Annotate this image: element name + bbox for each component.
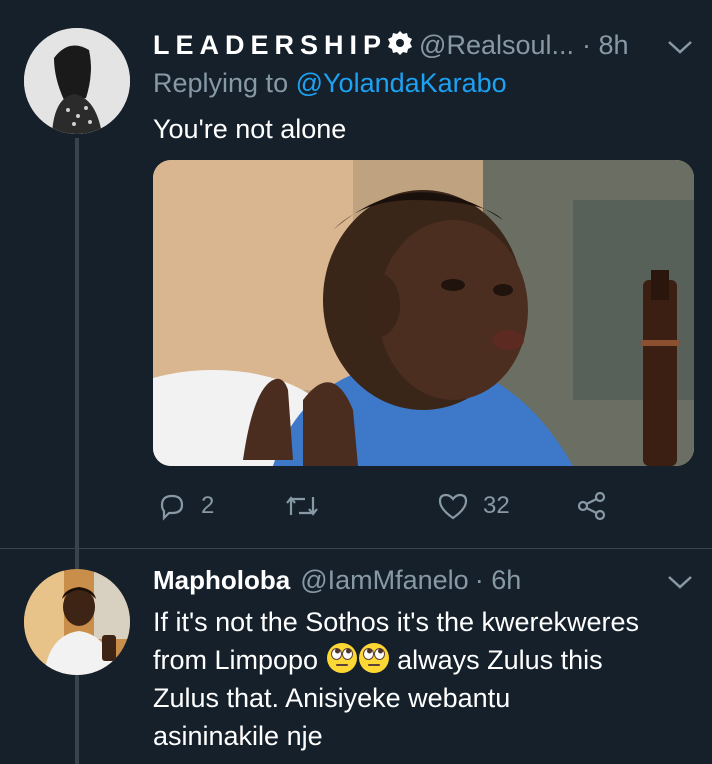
display-name[interactable]: LEADERSHIP bbox=[153, 30, 387, 61]
tweet-media[interactable] bbox=[153, 160, 694, 466]
reply-icon bbox=[157, 491, 187, 521]
tweet-1[interactable]: LEADERSHIP @Realsoul... · 8h Replying to… bbox=[0, 0, 712, 548]
reply-prefix: Replying to bbox=[153, 68, 289, 98]
avatar-photo bbox=[24, 28, 130, 134]
reply-button[interactable]: 2 bbox=[157, 480, 214, 532]
timestamp[interactable]: · 8h bbox=[582, 30, 629, 61]
handle[interactable]: @IamMfanelo bbox=[300, 565, 468, 596]
display-name[interactable]: Mapholoba bbox=[153, 565, 290, 596]
retweet-icon bbox=[285, 491, 319, 521]
like-icon bbox=[437, 491, 469, 521]
tweet-text-line: from Limpopo always Zulus this bbox=[153, 641, 703, 679]
tweet-text: If it's not the Sothos it's the kwerekwe… bbox=[153, 603, 703, 755]
verified-badge-icon bbox=[387, 30, 413, 61]
chevron-down-icon[interactable] bbox=[665, 32, 695, 62]
timestamp[interactable]: · 6h bbox=[475, 565, 522, 596]
avatar[interactable] bbox=[24, 569, 130, 675]
tweet-text-line: asininakile nje bbox=[153, 721, 323, 751]
face-with-rolling-eyes-icon bbox=[358, 642, 390, 674]
reply-count: 2 bbox=[201, 492, 215, 519]
retweet-button[interactable] bbox=[285, 480, 333, 532]
like-button[interactable]: 32 bbox=[437, 480, 510, 532]
chevron-down-icon[interactable] bbox=[665, 567, 695, 597]
share-icon bbox=[576, 491, 608, 521]
avatar-photo bbox=[24, 569, 130, 675]
avatar[interactable] bbox=[24, 28, 130, 134]
media-image bbox=[153, 160, 694, 466]
tweet-text-fragment: always Zulus this bbox=[397, 645, 603, 675]
tweet-text-line: If it's not the Sothos it's the kwerekwe… bbox=[153, 607, 640, 637]
tweet-2[interactable]: Mapholoba @IamMfanelo · 6h If it's not t… bbox=[0, 549, 712, 764]
tweet-text-fragment: from Limpopo bbox=[153, 645, 319, 675]
share-button[interactable] bbox=[576, 480, 608, 532]
tweet-text-line: Zulus that. Anisiyeke webantu bbox=[153, 683, 511, 713]
face-with-rolling-eyes-icon bbox=[326, 642, 358, 674]
handle[interactable]: @Realsoul... bbox=[419, 30, 574, 61]
tweet-text: You're not alone bbox=[153, 114, 347, 144]
tweet-actions: 2 32 bbox=[153, 480, 694, 532]
reply-to-handle[interactable]: @YolandaKarabo bbox=[296, 68, 507, 98]
like-count: 32 bbox=[483, 492, 510, 519]
